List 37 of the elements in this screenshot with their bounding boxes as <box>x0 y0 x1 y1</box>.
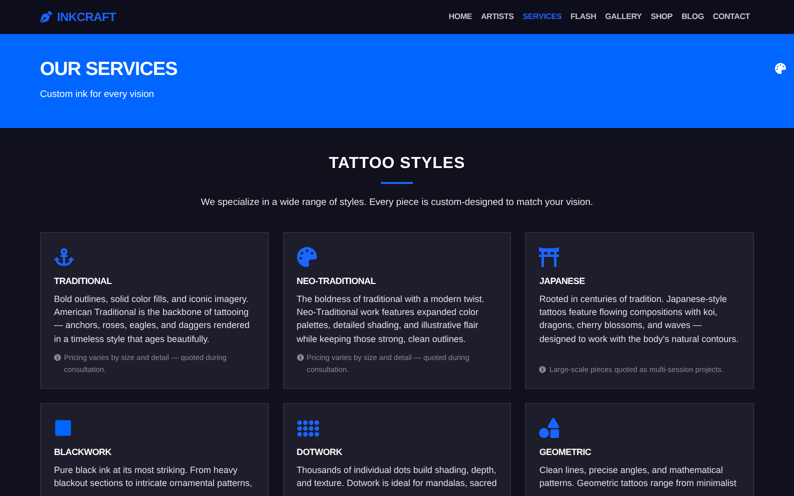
title-underline <box>381 182 413 184</box>
card-title: JAPANESE <box>539 275 586 288</box>
card-description: Thousands of individual dots build shading, depth, and texture. Dotwork is ideal for mandalas, sacred <box>296 464 498 490</box>
card-description: The boldness of traditional with a modern twist. Neo-Traditional work features expanded color palettes, detailed shading, and illustrative flair while keeping those strong, clean outlines. <box>296 292 486 346</box>
section-intro: We specialize in a wide range of styles. Every piece is custom-designed to match your vision. <box>200 196 594 210</box>
nav-link[interactable]: CONTACT <box>712 11 750 23</box>
section-title: TATTOO STYLES <box>328 154 466 174</box>
nav-link[interactable]: SHOP <box>650 11 673 23</box>
torii-gate-icon <box>539 247 560 268</box>
square-icon <box>54 419 72 438</box>
hero-subtitle: Custom ink for every vision <box>40 88 156 102</box>
card-description: Bold outlines, solid color fills, and iconic imagery. American Traditional is the backbone of tattooing — anchors, roses, eagles, and daggers rendered in a timeless style that ages beautifully. <box>54 292 251 346</box>
card-title: TRADITIONAL <box>54 275 113 288</box>
hero-title: OUR SERVICES <box>40 58 178 82</box>
card-title: DOTWORK <box>296 446 344 460</box>
palette-icon <box>296 247 317 268</box>
brand-logo[interactable]: INKCRAFT <box>57 8 116 26</box>
card-description: Clean lines, precise angles, and mathematical patterns. Geometric tattoos range from minimalist <box>539 464 738 490</box>
dots-grid-icon <box>296 420 319 437</box>
card-title: GEOMETRIC <box>539 446 592 460</box>
info-icon <box>296 354 304 362</box>
nav-link[interactable]: ARTISTS <box>480 11 514 23</box>
info-icon <box>539 366 546 373</box>
anchor-icon <box>54 247 74 268</box>
shapes-icon <box>539 418 560 438</box>
card-description: Pure black ink at its most striking. From heavy blackout sections to intricate ornamental patterns, <box>54 464 254 490</box>
pen-nib-icon <box>40 11 52 23</box>
card-title: BLACKWORK <box>54 446 112 460</box>
nav-link[interactable]: SERVICES <box>522 11 562 23</box>
card-description: Rooted in centuries of tradition. Japanese-style tattoos feature flowing compositions with koi, dragons, cherry blossoms, and waves — designed to work with the body's natural contours. <box>539 292 740 346</box>
nav-link[interactable]: FLASH <box>570 11 596 23</box>
palette-icon[interactable] <box>775 63 786 74</box>
nav-link[interactable]: GALLERY <box>605 11 642 23</box>
card-title: NEO-TRADITIONAL <box>296 275 377 288</box>
nav-link[interactable]: BLOG <box>682 11 704 23</box>
info-icon <box>54 354 61 362</box>
nav-link[interactable]: HOME <box>448 11 472 23</box>
